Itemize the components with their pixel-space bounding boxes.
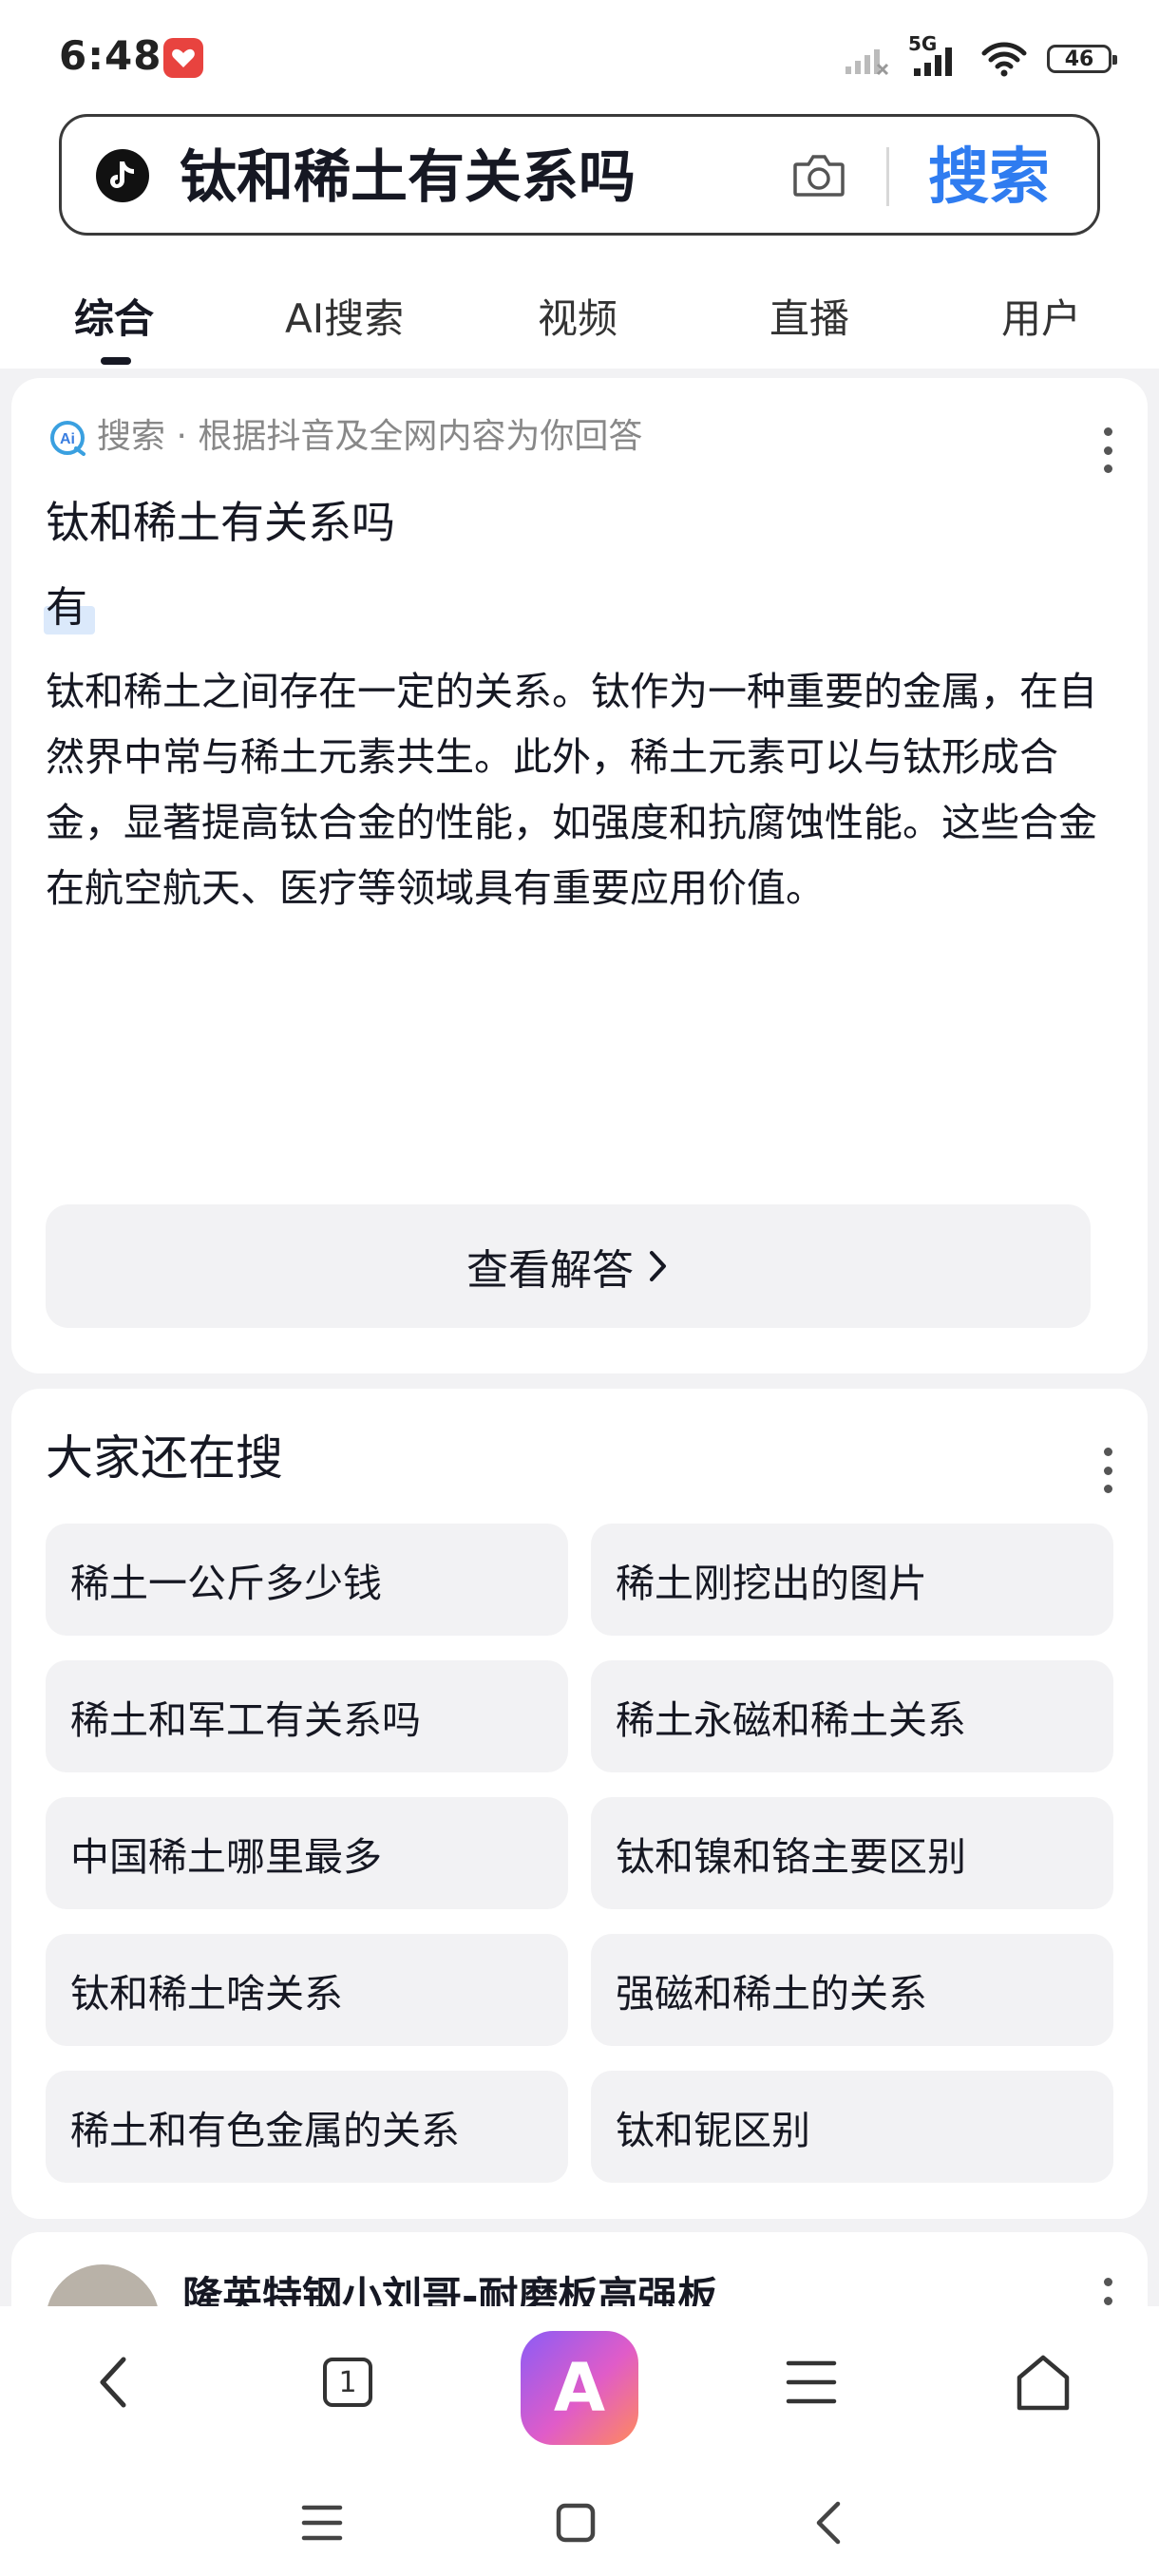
tiktok-icon (96, 149, 149, 202)
status-icons: 5G 46 (844, 32, 1117, 82)
svg-text:Ai: Ai (60, 431, 75, 447)
signal-weak-icon (846, 49, 889, 76)
related-title: 大家还在搜 (46, 1430, 283, 1486)
view-answer-button[interactable]: 查看解答 (46, 1204, 1091, 1328)
tab-ai-search[interactable]: AI搜索 (285, 287, 404, 345)
more-options-icon[interactable] (1102, 1448, 1113, 1493)
related-item[interactable]: 稀土一公斤多少钱 (46, 1524, 568, 1636)
related-item[interactable]: 强磁和稀土的关系 (591, 1934, 1113, 2046)
view-answer-label: 查看解答 (466, 1246, 634, 1295)
more-options-icon[interactable] (1102, 427, 1113, 473)
notification-app-icon (163, 38, 203, 78)
search-input[interactable]: 钛和稀土有关系吗 (180, 140, 636, 216)
related-item[interactable]: 稀土和军工有关系吗 (46, 1660, 568, 1772)
system-back-icon[interactable] (813, 2500, 844, 2546)
related-item[interactable]: 稀土和有色金属的关系 (46, 2071, 568, 2183)
camera-icon[interactable] (791, 151, 846, 200)
related-searches-card: 大家还在搜 稀土一公斤多少钱 稀土刚挖出的图片 稀土和军工有关系吗 稀土永磁和稀… (11, 1389, 1148, 2219)
answer-text: 钛和稀土之间存在一定的关系。钛作为一种重要的金属，在自然界中常与稀土元素共生。此… (46, 669, 1097, 911)
system-nav-bar (0, 2472, 1159, 2576)
wifi-icon (981, 42, 1027, 77)
back-icon[interactable] (76, 2344, 152, 2420)
battery-level: 46 (1064, 47, 1094, 71)
related-item[interactable]: 稀土刚挖出的图片 (591, 1524, 1113, 1636)
chevron-right-icon (650, 1251, 666, 1281)
recents-icon[interactable] (300, 2502, 344, 2544)
related-list: 稀土一公斤多少钱 稀土刚挖出的图片 稀土和军工有关系吗 稀土永磁和稀土关系 中国… (46, 1524, 1127, 2183)
ai-answer-card: Ai 搜索 · 根据抖音及全网内容为你回答 钛和稀土有关系吗 有 钛和稀土之间存… (11, 378, 1148, 1373)
menu-icon[interactable] (773, 2344, 849, 2420)
answer-title: 钛和稀土有关系吗 (46, 497, 395, 548)
search-header: 钛和稀土有关系吗 搜索 (0, 114, 1159, 266)
search-button[interactable]: 搜索 (928, 136, 1050, 219)
ai-badge-icon: Ai (50, 421, 86, 456)
related-item[interactable]: 稀土永磁和稀土关系 (591, 1660, 1113, 1772)
ai-source-text: 搜索 · 根据抖音及全网内容为你回答 (97, 417, 643, 456)
tab-bar: 综合 AI搜索 视频 直播 用户 (0, 266, 1159, 369)
home-icon[interactable] (1005, 2344, 1081, 2420)
status-time: 6:48 (59, 32, 162, 79)
status-bar: 6:48 5G 46 (0, 0, 1159, 114)
search-divider (886, 147, 889, 206)
tab-comprehensive[interactable]: 综合 (74, 287, 154, 345)
related-item[interactable]: 钛和稀土啥关系 (46, 1934, 568, 2046)
related-item[interactable]: 钛和镍和铬主要区别 (591, 1797, 1113, 1909)
tab-video[interactable]: 视频 (538, 287, 618, 345)
signal-5g-icon: 5G (908, 32, 961, 78)
tabs-button[interactable]: 1 (310, 2344, 386, 2420)
related-item[interactable]: 中国稀土哪里最多 (46, 1797, 568, 1909)
related-item[interactable]: 钛和铌区别 (591, 2071, 1113, 2183)
system-home-icon[interactable] (555, 2502, 597, 2544)
short-answer: 有 (46, 583, 87, 632)
tab-users[interactable]: 用户 (1001, 287, 1081, 345)
browser-app-icon[interactable]: A (521, 2331, 638, 2445)
active-tab-indicator (101, 357, 131, 365)
battery-icon: 46 (1047, 45, 1117, 73)
tab-count-icon: 1 (323, 2358, 372, 2407)
browser-bottom-nav: 1 A (0, 2306, 1159, 2472)
tab-live[interactable]: 直播 (770, 287, 849, 345)
search-box[interactable]: 钛和稀土有关系吗 搜索 (59, 114, 1100, 236)
